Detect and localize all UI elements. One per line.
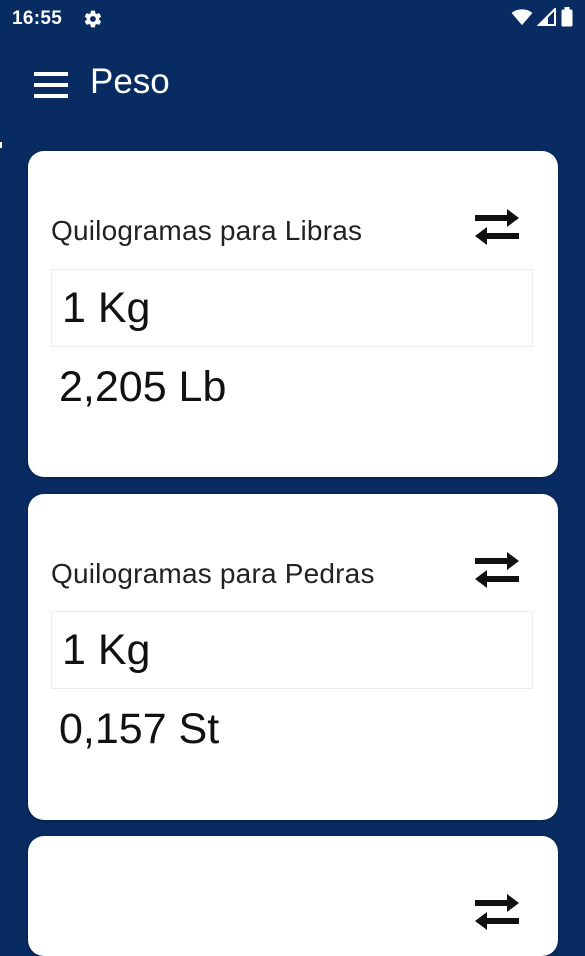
gear-icon <box>83 9 103 29</box>
menu-icon[interactable] <box>34 72 68 98</box>
status-time: 16:55 <box>12 8 63 29</box>
converter-title: Quilogramas para Pedras <box>51 558 375 589</box>
edge-marker <box>0 142 2 148</box>
status-icons <box>511 6 573 32</box>
signal-icon <box>536 6 557 31</box>
swap-arrows-icon <box>473 207 521 252</box>
app-bar: Peso <box>0 38 585 130</box>
swap-button[interactable] <box>465 890 529 938</box>
conversion-result: 2,205 Lb <box>59 363 227 411</box>
swap-arrows-icon <box>473 892 521 937</box>
kg-input-field[interactable]: 1 Kg <box>51 611 533 689</box>
swap-button[interactable] <box>465 548 529 596</box>
page-title: Peso <box>90 62 170 101</box>
swap-arrows-icon <box>473 550 521 595</box>
swap-button[interactable] <box>465 205 529 253</box>
kg-input-field[interactable]: 1 Kg <box>51 269 533 347</box>
converter-card-partial <box>28 836 558 956</box>
status-bar: 16:55 <box>0 0 585 38</box>
conversion-result: 0,157 St <box>59 705 220 753</box>
battery-icon <box>561 6 573 32</box>
converter-card-kg-st: Quilogramas para Pedras 1 Kg 0,157 St <box>28 494 558 820</box>
converter-card-kg-lb: Quilogramas para Libras 1 Kg 2,205 Lb <box>28 151 558 477</box>
converter-title: Quilogramas para Libras <box>51 215 363 246</box>
wifi-icon <box>511 8 533 31</box>
